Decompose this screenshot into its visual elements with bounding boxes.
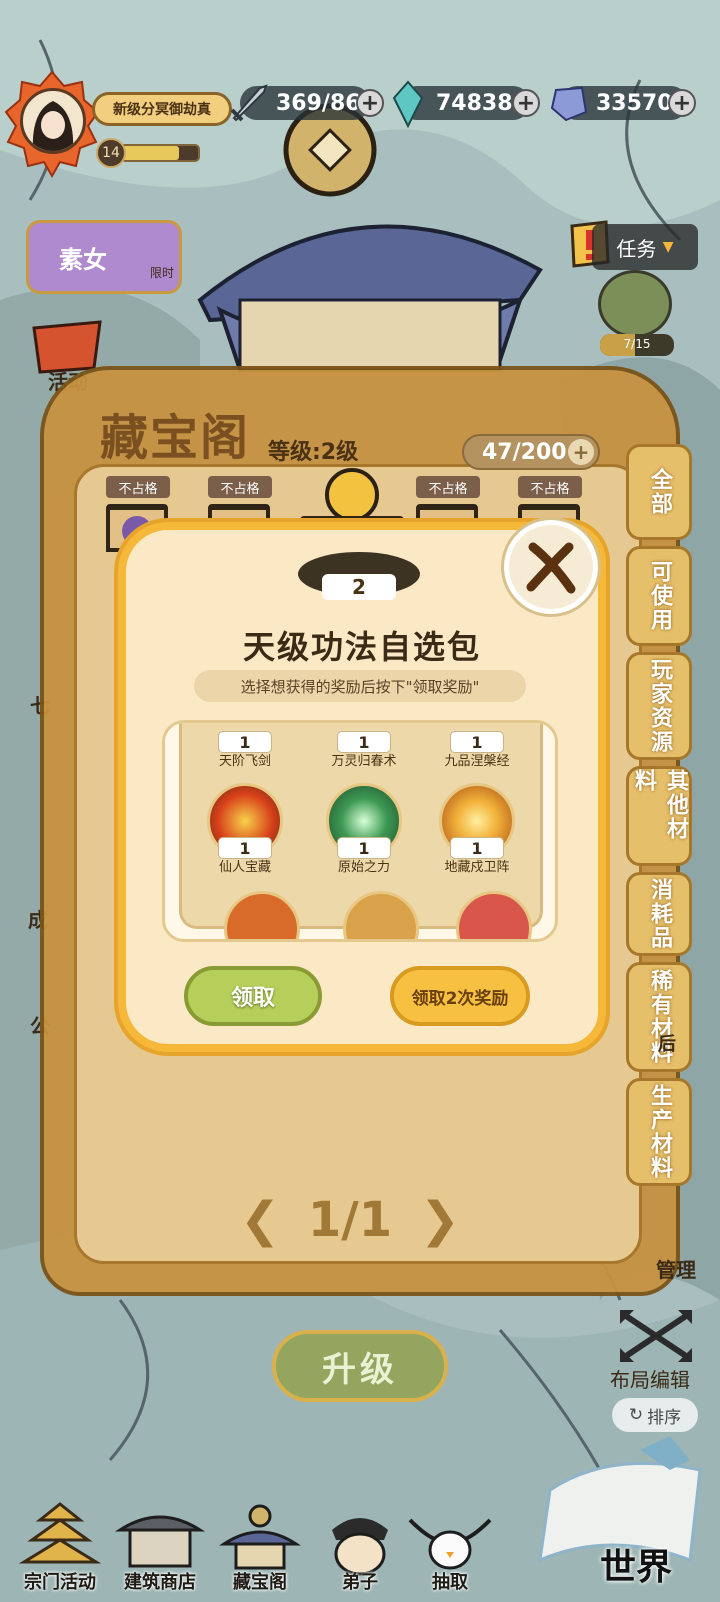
slot-label: 不占格 xyxy=(208,476,272,498)
reward-list[interactable]: 1 天阶飞剑 1 万灵归春术 1 九品涅槃经 1 仙人宝藏 1 原始之力 1 地… xyxy=(162,720,558,942)
limited-time-label: 限时 xyxy=(150,266,175,280)
tab-consumables[interactable]: 消耗品 xyxy=(626,872,692,956)
character-tag-button[interactable]: 素女 xyxy=(26,220,182,294)
reward-item[interactable]: 1 天阶飞剑 xyxy=(190,723,300,773)
pager-prev-button[interactable]: ❮ xyxy=(240,1192,280,1248)
tab-label: 全部 xyxy=(647,468,672,516)
slot-label: 不占格 xyxy=(106,476,170,498)
resource-gem-add-button[interactable]: + xyxy=(668,89,696,117)
pager-text: 1/1 xyxy=(307,1192,393,1248)
claim-twice-button[interactable]: 领取2次奖励 xyxy=(390,966,530,1026)
character-tag-label: 素女 xyxy=(59,245,107,274)
upgrade-button[interactable]: 升级 xyxy=(272,1330,448,1402)
tab-usable[interactable]: 可使用 xyxy=(626,546,692,646)
reward-item-name: 仙人宝藏 xyxy=(218,860,271,875)
jade-crystal-icon xyxy=(392,80,424,128)
reward-item-name: 万灵归春术 xyxy=(331,754,397,769)
tab-label: 其他材料 xyxy=(631,769,688,841)
reward-item-name: 原始之力 xyxy=(337,860,390,875)
reward-item-icon[interactable] xyxy=(456,891,532,939)
nav-label: 藏宝阁 xyxy=(233,1572,287,1593)
tab-label: 生产材料 xyxy=(647,1084,672,1180)
task-tab-label: 任务 xyxy=(616,236,657,261)
refresh-icon: ↻ xyxy=(628,1405,644,1425)
tab-label: 玩家资源 xyxy=(647,658,672,754)
slot-label: 不占格 xyxy=(518,476,582,498)
task-counter-text: 7/15 xyxy=(623,337,651,351)
layout-edit-label[interactable]: 布局编辑 xyxy=(610,1364,690,1393)
close-button[interactable] xyxy=(504,520,598,614)
world-label[interactable]: 世界 xyxy=(600,1538,672,1590)
player-rank: 新级分冥御劫真 xyxy=(92,92,232,126)
fire-orb-icon xyxy=(325,468,379,522)
nav-label: 建筑商店 xyxy=(124,1572,196,1593)
tab-label: 可使用 xyxy=(647,560,672,632)
slot-label: 不占格 xyxy=(416,476,480,498)
resource-stamina-add-button[interactable]: + xyxy=(356,89,384,117)
panel-level: 等级:2级 xyxy=(268,440,359,465)
nav-sect-activity[interactable]: 宗门活动 xyxy=(10,1500,110,1600)
task-tab[interactable]: 任务 ▼ xyxy=(592,224,698,270)
reward-grid: 1 天阶飞剑 1 万灵归春术 1 九品涅槃经 1 仙人宝藏 1 原始之力 1 地… xyxy=(179,723,543,939)
dialog-title: 天级功法自选包 xyxy=(242,628,481,666)
reward-item[interactable]: 1 九品涅槃经 xyxy=(422,723,532,773)
dialog-hint: 选择想获得的奖励后按下"领取奖励" xyxy=(194,670,526,702)
avatar xyxy=(20,88,86,154)
player-level-badge: 14 xyxy=(96,138,126,168)
close-icon xyxy=(526,542,576,594)
tab-player-resources[interactable]: 玩家资源 xyxy=(626,652,692,760)
claim-button[interactable]: 领取 xyxy=(184,966,322,1026)
sort-button[interactable]: ↻ 排序 xyxy=(612,1398,698,1432)
manage-label[interactable]: 管理 xyxy=(656,1254,696,1283)
nav-label: 抽取 xyxy=(432,1572,468,1593)
panel-capacity-value: 47/200 xyxy=(482,439,567,465)
pager: ❮ 1/1 ❯ xyxy=(240,1190,460,1250)
tab-label: 消耗品 xyxy=(647,878,672,950)
nav-disciples[interactable]: 弟子 xyxy=(310,1500,410,1600)
right-side-text: 后 xyxy=(658,1034,676,1055)
tab-other-materials[interactable]: 其他材料 xyxy=(626,766,692,866)
player-avatar-frame[interactable] xyxy=(4,68,100,179)
reward-item[interactable]: 1 万灵归春术 xyxy=(309,723,419,773)
reward-item-name: 九品涅槃经 xyxy=(444,754,510,769)
reward-item-name: 天阶飞剑 xyxy=(218,754,271,769)
resource-jade-add-button[interactable]: + xyxy=(512,89,540,117)
resource-gem-value: 33570 xyxy=(596,90,673,116)
nav-label: 宗门活动 xyxy=(24,1572,96,1593)
panel-title: 藏宝阁 xyxy=(100,410,251,466)
purple-gem-icon xyxy=(550,86,588,122)
tab-all[interactable]: 全部 xyxy=(626,444,692,540)
xp-fill xyxy=(122,146,179,160)
reward-item-icon[interactable] xyxy=(343,891,419,939)
reward-item[interactable]: 1 地藏戍卫阵 xyxy=(422,779,532,883)
reward-item[interactable]: 1 仙人宝藏 xyxy=(190,779,300,883)
task-counter: 7/15 xyxy=(600,334,674,356)
nav-label: 弟子 xyxy=(342,1572,378,1593)
sort-label: 排序 xyxy=(647,1407,682,1428)
tab-production-materials[interactable]: 生产材料 xyxy=(626,1078,692,1186)
reward-item-name: 地藏戍卫阵 xyxy=(444,860,510,875)
sword-icon xyxy=(230,84,268,122)
dialog-quantity: 2 xyxy=(322,574,396,600)
chevron-down-icon: ▼ xyxy=(662,239,674,255)
layout-edit-icon[interactable] xyxy=(616,1306,696,1366)
resource-stamina-value: 369/86 xyxy=(276,90,361,116)
reward-item[interactable]: 1 原始之力 xyxy=(309,779,419,883)
nav-building-shop[interactable]: 建筑商店 xyxy=(110,1500,210,1600)
xp-bar xyxy=(120,144,200,162)
task-quest-icon[interactable] xyxy=(598,270,672,338)
pager-next-button[interactable]: ❯ xyxy=(420,1192,460,1248)
capacity-add-button[interactable]: + xyxy=(568,439,594,465)
nav-draw[interactable]: 抽取 xyxy=(400,1500,500,1600)
nav-treasure-pavilion[interactable]: 藏宝阁 xyxy=(210,1500,310,1600)
panel-capacity: 47/200 + xyxy=(462,434,600,470)
reward-item-icon[interactable] xyxy=(224,891,300,939)
